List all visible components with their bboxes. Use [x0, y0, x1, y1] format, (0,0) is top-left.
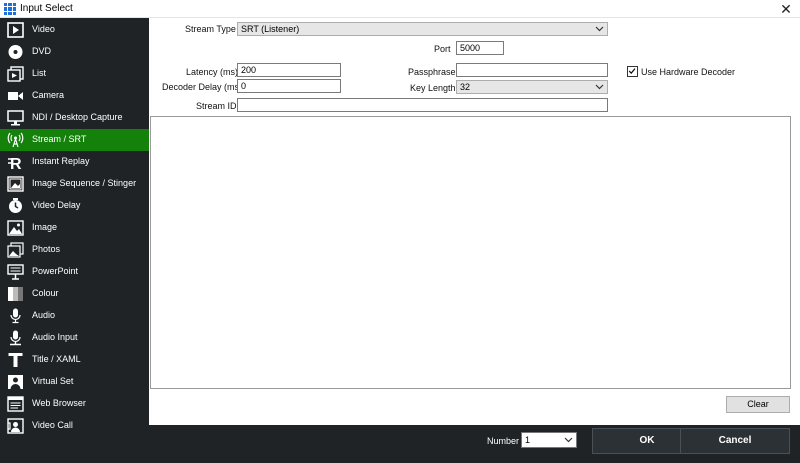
sidebar-item-list[interactable]: List — [0, 63, 149, 85]
sidebar-item-label: Instant Replay — [32, 156, 90, 166]
monitor-icon — [7, 110, 24, 126]
sidebar-item-video-delay[interactable]: Video Delay — [0, 195, 149, 217]
svg-text:R: R — [10, 156, 22, 170]
title-icon — [8, 353, 23, 367]
image-icon — [7, 220, 24, 236]
key-length-value: 32 — [460, 82, 471, 92]
camera-icon — [8, 92, 23, 100]
sidebar-item-label: List — [32, 68, 47, 78]
sidebar-item-label: Photos — [32, 244, 61, 254]
sidebar-item-label: PowerPoint — [32, 266, 79, 276]
sidebar-item-label: Video Call — [32, 420, 73, 430]
video-file-icon — [7, 22, 24, 38]
sidebar-item-audio[interactable]: Audio — [0, 305, 149, 327]
number-value: 1 — [525, 435, 531, 445]
sidebar-item-ndi-desktop-capture[interactable]: NDI / Desktop Capture — [0, 107, 149, 129]
sidebar-item-video[interactable]: Video — [0, 19, 149, 41]
stream-id-input[interactable] — [237, 98, 608, 112]
sidebar-item-label: Stream / SRT — [32, 134, 87, 144]
audio-input-icon — [10, 330, 21, 346]
number-select[interactable]: 1 — [521, 432, 577, 448]
dialog-footer: Number 1 OK Cancel — [149, 425, 800, 463]
stream-id-label: Stream ID — [196, 101, 237, 111]
list-icon — [7, 66, 24, 82]
stream-type-label: Stream Type — [185, 24, 236, 34]
latency-input[interactable]: 200 — [237, 63, 341, 77]
stream-type-value: SRT (Listener) — [241, 24, 300, 34]
sidebar-item-label: Camera — [32, 90, 65, 100]
key-length-select[interactable]: 32 — [456, 80, 608, 94]
sidebar-item-video-call[interactable]: Video Call — [0, 415, 149, 437]
chevron-down-icon — [595, 84, 604, 90]
sidebar-item-label: Web Browser — [32, 398, 86, 408]
sidebar-item-label: Image Sequence / Stinger — [32, 178, 137, 188]
checkmark-icon — [628, 68, 636, 74]
chevron-down-icon — [595, 26, 604, 32]
image-sequence-icon — [7, 176, 24, 192]
sidebar-item-image[interactable]: Image — [0, 217, 149, 239]
sidebar-item-label: Video Delay — [32, 200, 81, 210]
sidebar-item-label: Title / XAML — [32, 354, 81, 364]
stream-preview-area — [150, 116, 791, 389]
sidebar-item-label: NDI / Desktop Capture — [32, 112, 123, 122]
passphrase-input[interactable] — [456, 63, 608, 77]
stream-settings-panel: Stream Type SRT (Listener) Port 5000 Lat… — [149, 18, 800, 425]
sidebar-item-label: Audio Input — [32, 332, 78, 342]
sidebar-item-instant-replay[interactable]: R Instant Replay — [0, 151, 149, 173]
number-label: Number — [487, 436, 520, 446]
chevron-down-icon — [564, 437, 573, 443]
browser-icon — [7, 396, 24, 412]
antenna-icon — [7, 132, 24, 148]
input-type-sidebar: Video DVD List Camera NDI / Desktop Capt… — [0, 18, 149, 463]
microphone-icon — [10, 308, 21, 324]
decoder-delay-input[interactable]: 0 — [237, 79, 341, 93]
sidebar-item-virtual-set[interactable]: Virtual Set — [0, 371, 149, 393]
presentation-icon — [7, 264, 24, 280]
virtual-set-icon — [8, 375, 23, 389]
sidebar-item-label: Video — [32, 24, 55, 34]
cancel-button[interactable]: Cancel — [680, 428, 790, 454]
colour-icon — [8, 287, 23, 301]
window-title: Input Select — [20, 3, 73, 14]
sidebar-item-powerpoint[interactable]: PowerPoint — [0, 261, 149, 283]
hardware-decoder-label: Use Hardware Decoder — [641, 67, 736, 77]
sidebar-item-colour[interactable]: Colour — [0, 283, 149, 305]
replay-icon: R — [8, 156, 22, 170]
sidebar-item-camera[interactable]: Camera — [0, 85, 149, 107]
close-icon[interactable]: ✕ — [778, 0, 794, 18]
sidebar-item-label: Colour — [32, 288, 59, 298]
sidebar-item-dvd[interactable]: DVD — [0, 41, 149, 63]
latency-label: Latency (ms) — [186, 67, 239, 77]
sidebar-item-stream-srt[interactable]: Stream / SRT — [0, 129, 149, 151]
clock-icon — [9, 198, 22, 213]
app-grid-icon — [4, 3, 16, 15]
title-bar: Input Select ✕ — [0, 0, 800, 18]
stream-type-select[interactable]: SRT (Listener) — [237, 22, 608, 36]
sidebar-item-label: Audio — [32, 310, 56, 320]
sidebar-item-image-sequence-stinger[interactable]: Image Sequence / Stinger — [0, 173, 149, 195]
photos-icon — [7, 242, 24, 258]
key-length-label: Key Length — [410, 83, 456, 93]
passphrase-label: Passphrase — [408, 67, 456, 77]
sidebar-item-label: Virtual Set — [32, 376, 74, 386]
decoder-delay-label: Decoder Delay (ms) — [162, 82, 243, 92]
clear-button[interactable]: Clear — [726, 396, 790, 413]
port-input[interactable]: 5000 — [456, 41, 504, 55]
sidebar-item-audio-input[interactable]: Audio Input — [0, 327, 149, 349]
sidebar-item-photos[interactable]: Photos — [0, 239, 149, 261]
port-label: Port — [434, 44, 451, 54]
video-call-icon — [7, 418, 24, 434]
sidebar-item-title-xaml[interactable]: Title / XAML — [0, 349, 149, 371]
sidebar-item-web-browser[interactable]: Web Browser — [0, 393, 149, 415]
sidebar-item-label: DVD — [32, 46, 52, 56]
sidebar-item-label: Image — [32, 222, 58, 232]
hardware-decoder-checkbox[interactable] — [627, 66, 638, 77]
disc-icon — [8, 45, 23, 59]
